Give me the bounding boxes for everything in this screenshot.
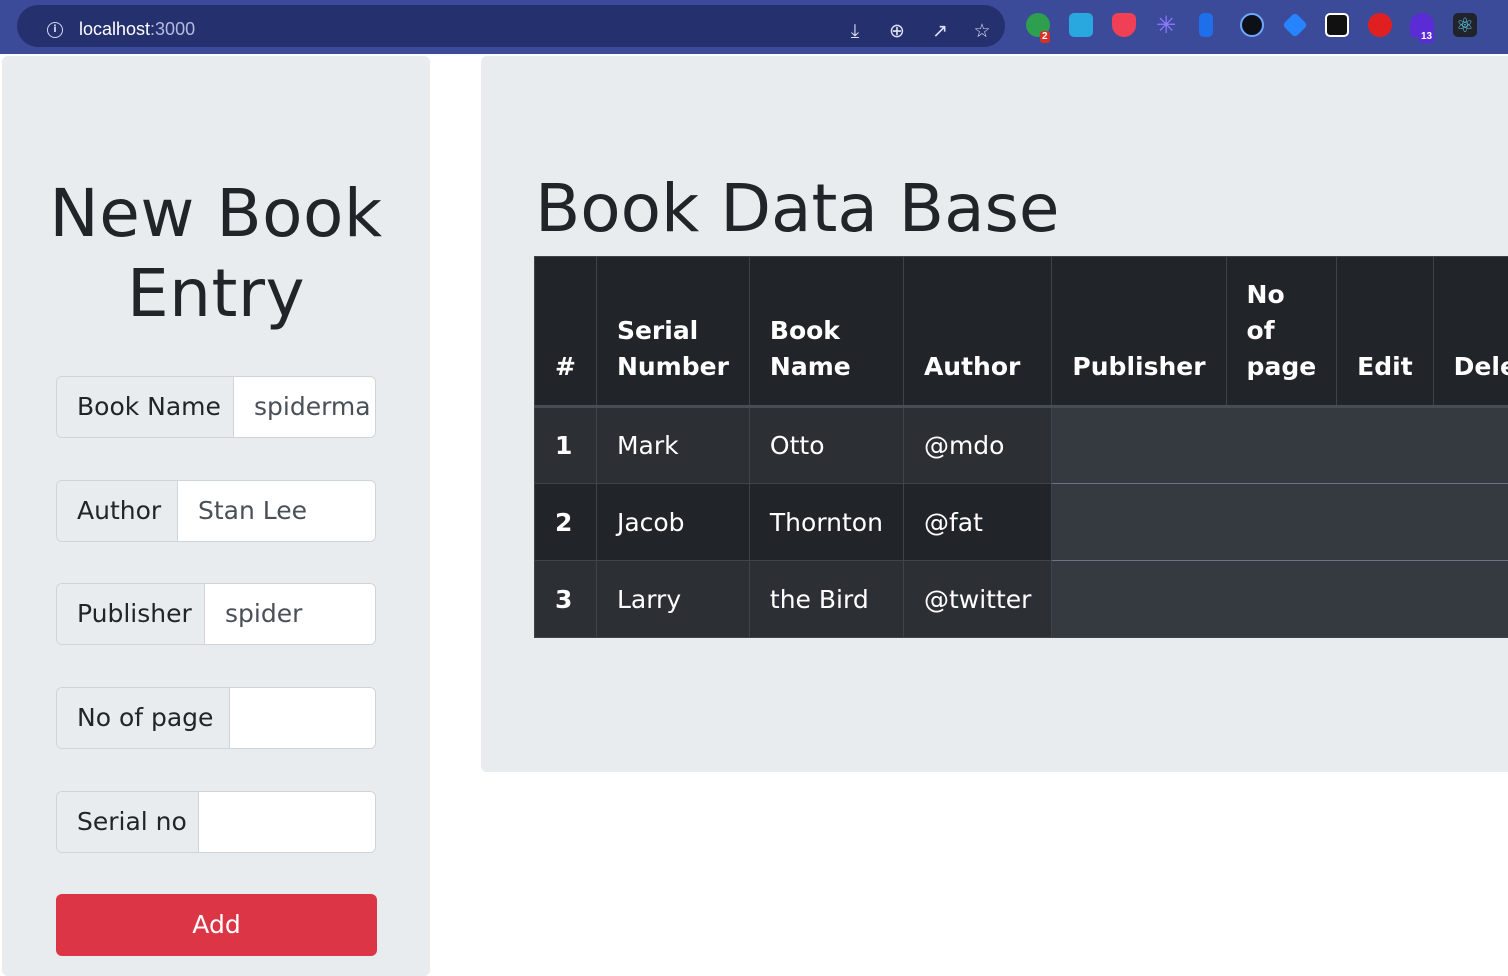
url-text: localhost:3000: [79, 19, 195, 40]
row-serial-number: Jacob: [596, 484, 749, 561]
jira-icon[interactable]: [1282, 12, 1307, 37]
pocket-icon[interactable]: [1112, 13, 1136, 37]
col-header-number: #: [535, 257, 597, 407]
table-row: 1 Mark Otto @mdo: [535, 407, 1508, 484]
row-book-name: Thornton: [749, 484, 903, 561]
row-number: 1: [535, 407, 597, 484]
col-header-publisher: Publisher: [1052, 257, 1226, 407]
table-header-row: # SerialNumber BookName Author Publisher…: [535, 257, 1508, 407]
react-devtools-icon[interactable]: ⚛: [1453, 13, 1477, 37]
col-header-no-of-page: Noofpage: [1226, 257, 1337, 407]
row-author: @fat: [903, 484, 1051, 561]
row-empty-cells: [1052, 407, 1508, 484]
row-serial-number: Larry: [596, 561, 749, 638]
bookmark-star-icon[interactable]: ☆: [970, 19, 994, 43]
extension-icon-star[interactable]: ✳: [1154, 13, 1178, 37]
extension-badge: 13: [1419, 31, 1434, 43]
books-table: # SerialNumber BookName Author Publisher…: [534, 256, 1508, 638]
row-book-name: the Bird: [749, 561, 903, 638]
no-of-page-input[interactable]: [230, 688, 375, 748]
form-title: New Book Entry: [2, 174, 430, 334]
no-of-page-label: No of page: [57, 688, 230, 748]
extension-icon-blue-bar[interactable]: [1199, 13, 1213, 37]
book-name-label: Book Name: [57, 377, 234, 437]
zoom-icon[interactable]: ⊕: [885, 19, 909, 43]
extension-icon-window[interactable]: [1069, 13, 1093, 37]
extension-badge: 2: [1040, 31, 1050, 43]
table-row: 3 Larry the Bird @twitter: [535, 561, 1508, 638]
row-book-name: Otto: [749, 407, 903, 484]
row-empty-cells: [1052, 561, 1508, 638]
author-label: Author: [57, 481, 178, 541]
row-author: @mdo: [903, 407, 1051, 484]
book-database-panel: Book Data Base # SerialNumber BookName A…: [481, 56, 1508, 772]
col-header-serial-number: SerialNumber: [596, 257, 749, 407]
serial-no-group: Serial no: [56, 791, 376, 853]
row-number: 3: [535, 561, 597, 638]
serial-no-input[interactable]: [199, 792, 375, 852]
row-number: 2: [535, 484, 597, 561]
author-input[interactable]: Stan Lee: [178, 481, 375, 541]
row-empty-cells: [1052, 484, 1508, 561]
table-row: 2 Jacob Thornton @fat: [535, 484, 1508, 561]
col-header-book-name: BookName: [749, 257, 903, 407]
no-of-page-group: No of page: [56, 687, 376, 749]
publisher-label: Publisher: [57, 584, 205, 644]
publisher-group: Publisher spider: [56, 583, 376, 645]
book-name-input[interactable]: spiderma: [234, 377, 375, 437]
browser-toolbar: i localhost:3000 ⤓ ⊕ ↗ ☆ 2 ✳ 13 ⚛: [0, 0, 1508, 54]
col-header-edit: Edit: [1337, 257, 1434, 407]
publisher-input[interactable]: spider: [205, 584, 375, 644]
install-app-icon[interactable]: ⤓: [843, 19, 867, 43]
lock-extension-icon[interactable]: [1368, 13, 1392, 37]
new-book-entry-panel: New Book Entry Book Name spiderma Author…: [2, 56, 430, 976]
book-name-group: Book Name spiderma: [56, 376, 376, 438]
extension-icon-diamond[interactable]: [1325, 13, 1349, 37]
row-author: @twitter: [903, 561, 1051, 638]
add-button[interactable]: Add: [56, 894, 377, 956]
author-group: Author Stan Lee: [56, 480, 376, 542]
site-info-icon[interactable]: i: [47, 22, 63, 38]
serial-no-label: Serial no: [57, 792, 199, 852]
row-serial-number: Mark: [596, 407, 749, 484]
col-header-delete: Delete: [1433, 257, 1508, 407]
address-bar[interactable]: i localhost:3000 ⤓ ⊕ ↗ ☆: [17, 5, 1005, 47]
col-header-author: Author: [903, 257, 1051, 407]
extension-icon-globe[interactable]: [1240, 13, 1264, 37]
database-title: Book Data Base: [535, 169, 1060, 249]
share-icon[interactable]: ↗: [928, 19, 952, 43]
